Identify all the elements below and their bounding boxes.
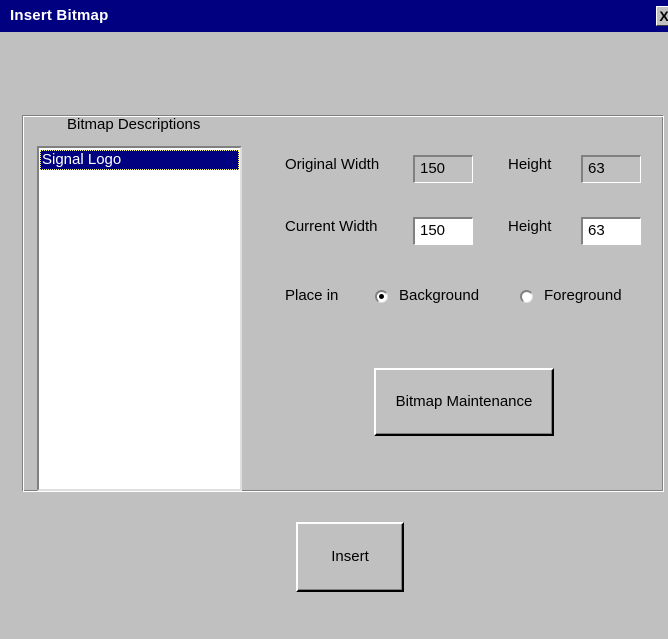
current-width-label: Current Width	[285, 218, 378, 235]
original-width-field: 150	[413, 155, 473, 183]
close-icon: X	[659, 8, 668, 24]
current-width-input[interactable]: 150	[413, 217, 473, 245]
bitmap-maintenance-button[interactable]: Bitmap Maintenance	[374, 368, 554, 436]
window-title: Insert Bitmap	[10, 7, 109, 24]
background-radio-label[interactable]: Background	[399, 287, 479, 304]
place-in-label: Place in	[285, 287, 339, 304]
insert-button[interactable]: Insert	[296, 522, 404, 592]
bitmap-maintenance-label: Bitmap Maintenance	[395, 393, 533, 410]
title-bar: Insert Bitmap X	[0, 0, 668, 32]
original-width-label: Original Width	[285, 156, 380, 173]
radio-selected-dot	[379, 294, 384, 299]
foreground-radio-label[interactable]: Foreground	[544, 287, 622, 304]
bitmap-descriptions-list[interactable]: Signal Logo	[37, 146, 242, 491]
list-item-signal-logo[interactable]: Signal Logo	[40, 150, 239, 170]
current-height-label: Height	[508, 218, 552, 235]
close-button[interactable]: X	[656, 6, 668, 26]
background-radio[interactable]	[375, 290, 388, 303]
current-height-input[interactable]: 63	[581, 217, 641, 245]
bitmap-descriptions-label: Bitmap Descriptions	[67, 116, 201, 133]
original-height-label: Height	[508, 156, 552, 173]
original-height-field: 63	[581, 155, 641, 183]
insert-label: Insert	[331, 548, 369, 565]
foreground-radio[interactable]	[520, 290, 533, 303]
